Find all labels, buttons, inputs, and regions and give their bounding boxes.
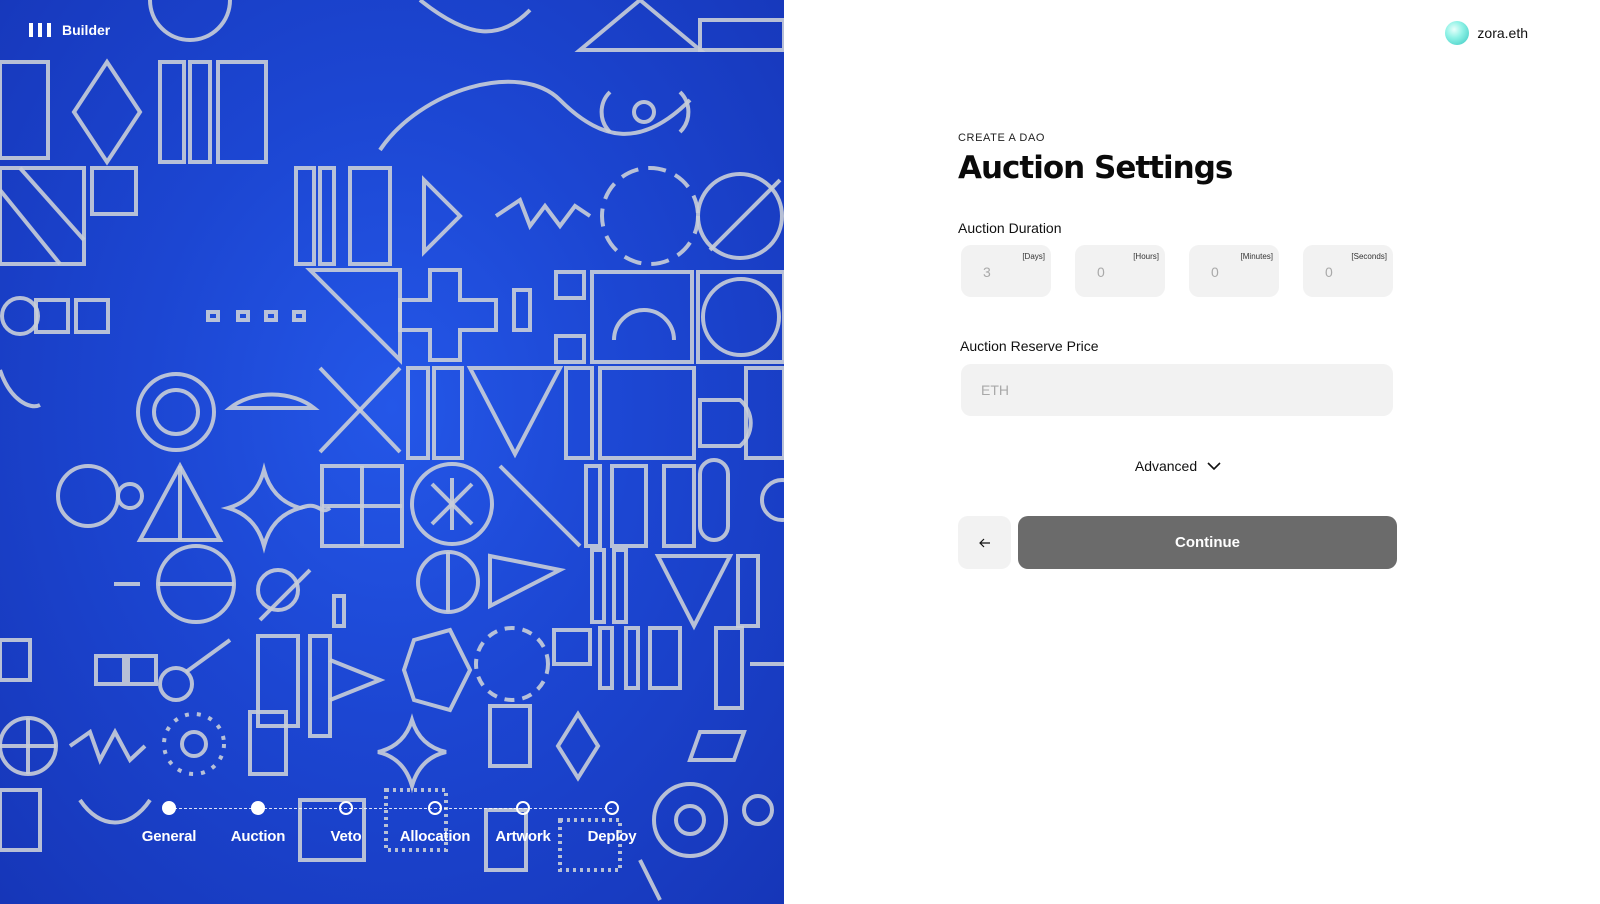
reserve-price-label: Auction Reserve Price xyxy=(960,338,1099,354)
step-dot xyxy=(516,801,530,815)
chevron-down-icon xyxy=(1207,462,1221,471)
glyph-pattern-artwork xyxy=(0,0,784,901)
step-allocation[interactable]: Allocation xyxy=(385,801,485,845)
reserve-price-input[interactable]: ETH xyxy=(961,364,1393,416)
step-artwork[interactable]: Artwork xyxy=(473,801,573,845)
arrow-left-icon xyxy=(978,538,990,547)
step-label: Veto xyxy=(330,828,362,845)
field-value: 0 xyxy=(1211,264,1219,280)
field-value: 3 xyxy=(983,264,991,280)
step-auction[interactable]: Auction xyxy=(208,801,308,845)
auction-duration-fields: [Days] 3 [Hours] 0 [Minutes] 0 [Seconds]… xyxy=(961,245,1393,297)
reserve-price-placeholder: ETH xyxy=(981,382,1009,398)
account-name: zora.eth xyxy=(1477,25,1528,41)
unit-label: [Hours] xyxy=(1133,252,1159,261)
brand-label: Builder xyxy=(62,22,111,38)
step-deploy[interactable]: Deploy xyxy=(562,801,662,845)
step-label: Allocation xyxy=(399,828,471,845)
duration-seconds-input[interactable]: [Seconds] 0 xyxy=(1303,245,1393,297)
step-label: General xyxy=(141,828,197,845)
continue-button[interactable]: Continue xyxy=(1018,516,1397,569)
step-dot xyxy=(428,801,442,815)
step-label: Artwork xyxy=(495,828,551,845)
field-value: 0 xyxy=(1325,264,1333,280)
step-veto[interactable]: Veto xyxy=(296,801,396,845)
step-label: Auction xyxy=(230,828,286,845)
step-dot xyxy=(605,801,619,815)
page-title: Auction Settings xyxy=(958,150,1233,186)
auction-duration-label: Auction Duration xyxy=(958,220,1062,236)
step-dot xyxy=(339,801,353,815)
step-dot xyxy=(162,801,176,815)
duration-hours-input[interactable]: [Hours] 0 xyxy=(1075,245,1165,297)
step-general[interactable]: General xyxy=(119,801,219,845)
step-label: Deploy xyxy=(587,828,637,845)
unit-label: [Days] xyxy=(1022,252,1045,261)
step-dot xyxy=(251,801,265,815)
back-button[interactable] xyxy=(958,516,1011,569)
unit-label: [Seconds] xyxy=(1351,252,1387,261)
duration-minutes-input[interactable]: [Minutes] 0 xyxy=(1189,245,1279,297)
duration-days-input[interactable]: [Days] 3 xyxy=(961,245,1051,297)
builder-logo-icon xyxy=(29,23,51,37)
advanced-label: Advanced xyxy=(1134,458,1198,474)
artwork-panel: Builder General Auction Veto Allocation … xyxy=(0,0,784,904)
field-value: 0 xyxy=(1097,264,1105,280)
advanced-toggle[interactable]: Advanced xyxy=(958,458,1398,474)
progress-stepper: General Auction Veto Allocation Artwork … xyxy=(0,796,784,866)
account-menu[interactable]: zora.eth xyxy=(1445,21,1528,45)
avatar xyxy=(1445,21,1470,45)
unit-label: [Minutes] xyxy=(1240,252,1273,261)
auction-settings-form: CREATE A DAO Auction Settings Auction Du… xyxy=(958,132,1398,569)
eyebrow-label: CREATE A DAO xyxy=(958,132,1046,144)
brand[interactable]: Builder xyxy=(28,22,110,38)
